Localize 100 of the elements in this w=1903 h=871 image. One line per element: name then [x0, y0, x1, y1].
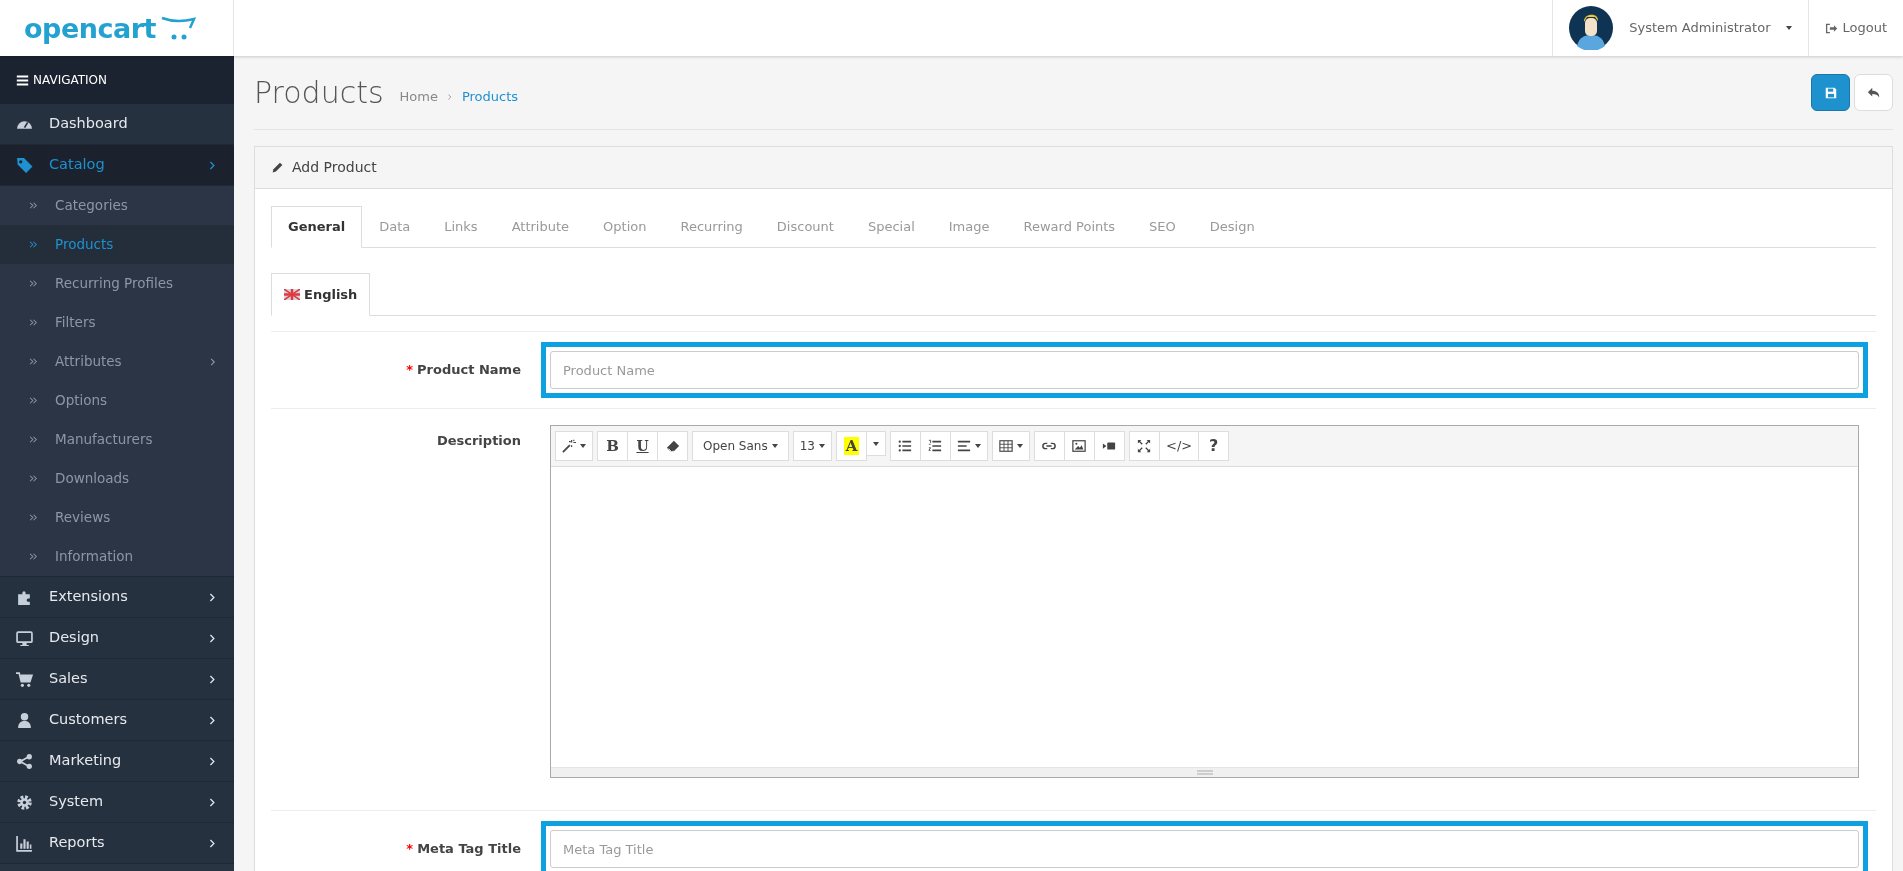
video-button[interactable] [1094, 431, 1125, 461]
sidebar-item[interactable]: Catalog [0, 145, 234, 186]
code-view-button[interactable]: </> [1159, 431, 1200, 461]
field-label: Description [435, 432, 522, 450]
logo[interactable]: opencart [24, 15, 156, 42]
tab[interactable]: Attribute [494, 206, 587, 248]
caret-icon [873, 441, 879, 446]
numbered-list-icon [928, 439, 943, 453]
table-icon [999, 439, 1013, 453]
nav-icon [16, 752, 33, 770]
navigation-heading: NAVIGATION [33, 72, 108, 89]
font-size-dropdown[interactable]: 13 [792, 431, 832, 461]
save-button[interactable] [1811, 74, 1850, 111]
chevron-right-icon [207, 796, 218, 808]
double-chevron-icon [28, 551, 39, 562]
double-chevron-icon [28, 239, 39, 250]
double-chevron-icon [28, 512, 39, 523]
caret-icon [580, 444, 586, 448]
bold-button[interactable]: B [597, 431, 628, 461]
tab[interactable]: Special [850, 206, 932, 248]
help-button[interactable]: ? [1198, 431, 1230, 461]
double-chevron-icon [28, 200, 39, 211]
fullscreen-button[interactable] [1129, 431, 1160, 461]
image-icon [1072, 439, 1087, 453]
tab[interactable]: Data [362, 206, 428, 248]
input-field[interactable]: Product Name [550, 351, 1859, 389]
bullet-list-button[interactable] [890, 431, 921, 461]
chevron-right-icon [207, 591, 218, 603]
sidebar-subitem[interactable]: Products [0, 225, 234, 264]
nav-icon [16, 629, 33, 647]
resize-grip-icon [1196, 770, 1213, 775]
menu-icon [16, 73, 29, 87]
avatar [1569, 6, 1614, 50]
flag-icon [284, 288, 300, 300]
logout-link[interactable]: Logout [1808, 0, 1903, 56]
save-icon [1823, 85, 1838, 100]
field-label: * Product Name [405, 361, 522, 380]
font-family-dropdown[interactable]: Open Sans [692, 431, 789, 461]
double-chevron-icon [28, 278, 39, 289]
caret-icon [1017, 444, 1023, 448]
color-dropdown-button[interactable] [866, 431, 886, 456]
bullet-list-icon [898, 439, 913, 453]
chevron-right-icon [207, 673, 218, 685]
nav-icon [16, 711, 33, 729]
double-chevron-icon [28, 473, 39, 484]
double-chevron-icon [28, 317, 39, 328]
logout-label: Logout [1842, 19, 1887, 38]
logout-icon [1825, 21, 1839, 35]
chevron-right-icon [207, 837, 218, 849]
input-field[interactable]: Meta Tag Title [550, 830, 1859, 868]
tab[interactable]: Links [427, 206, 495, 248]
breadcrumb-link[interactable]: Home [399, 86, 438, 107]
tab[interactable]: Reward Points [1006, 206, 1133, 248]
tab[interactable]: SEO [1132, 206, 1193, 248]
text-color-button[interactable]: A [836, 431, 867, 461]
tab[interactable]: Design [1192, 206, 1272, 248]
chevron-right-icon [207, 632, 218, 644]
magic-wand-button[interactable] [555, 431, 593, 461]
chevron-right-icon [208, 356, 218, 367]
tab[interactable]: Recurring [663, 206, 760, 248]
fullscreen-icon [1137, 439, 1152, 453]
back-button[interactable] [1854, 74, 1893, 111]
nav-icon [16, 793, 33, 811]
cart-icon [159, 14, 198, 42]
underline-button[interactable]: U [627, 431, 658, 461]
chevron-right-icon [207, 159, 218, 171]
tab[interactable]: Discount [759, 206, 851, 248]
table-button[interactable] [992, 431, 1030, 461]
tab[interactable]: General [271, 206, 363, 248]
link-button[interactable] [1034, 431, 1065, 461]
breadcrumb-separator-icon [445, 92, 454, 101]
magic-wand-icon [562, 439, 576, 453]
user-menu[interactable]: System Administrator [1629, 18, 1771, 38]
chevron-right-icon [207, 755, 218, 767]
eraser-icon [665, 439, 680, 453]
double-chevron-icon [28, 395, 39, 406]
nav-icon [16, 834, 33, 852]
panel-title: Add Product [292, 158, 377, 177]
align-button[interactable] [950, 431, 988, 461]
double-chevron-icon [28, 356, 39, 367]
eraser-button[interactable] [657, 431, 688, 461]
chevron-right-icon [207, 714, 218, 726]
field-label: * Meta Tag Title [405, 840, 522, 859]
nav-icon [16, 588, 33, 606]
double-chevron-icon [28, 434, 39, 445]
nav-icon [16, 670, 33, 688]
align-icon [957, 439, 971, 453]
caret-icon [1786, 26, 1793, 30]
nav-icon [16, 156, 33, 174]
logo-link[interactable]: opencart [24, 14, 198, 42]
image-button[interactable] [1064, 431, 1095, 461]
tab[interactable]: Image [931, 206, 1007, 248]
caret-icon [975, 444, 981, 448]
pencil-icon [271, 161, 284, 174]
language-tab[interactable]: English [271, 272, 371, 316]
page-title: Products [254, 74, 384, 111]
breadcrumb-link[interactable]: Products [461, 86, 519, 107]
numbered-list-button[interactable] [920, 431, 951, 461]
caret-icon [819, 444, 825, 448]
tab[interactable]: Option [586, 206, 664, 248]
